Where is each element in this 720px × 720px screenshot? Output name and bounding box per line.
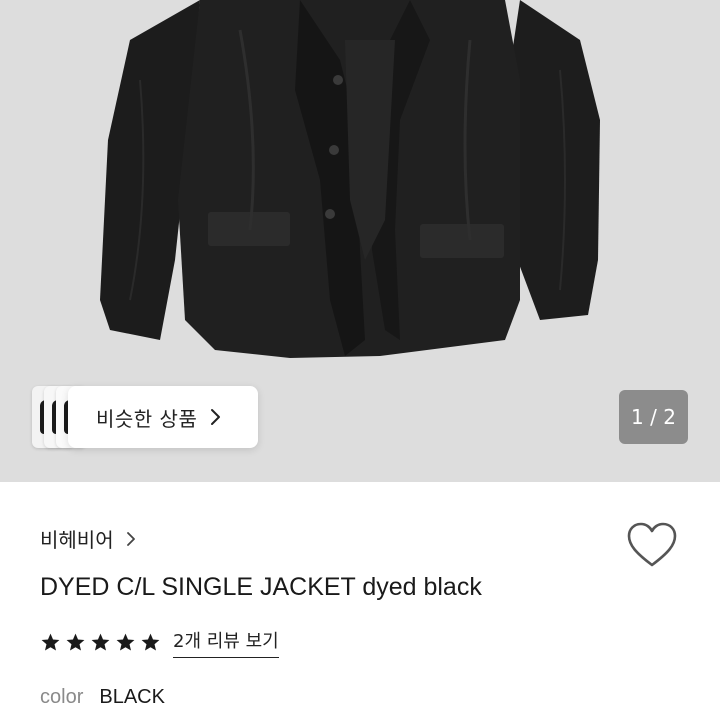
star-filled-icon	[41, 633, 60, 651]
color-label: color	[40, 686, 84, 708]
product-image-gallery[interactable]: 비슷한 상품 1 / 2	[0, 0, 720, 482]
brand-name: 비헤비어	[40, 528, 114, 552]
product-title: DYED C/L SINGLE JACKET dyed black	[40, 573, 482, 601]
color-value: BLACK	[99, 686, 165, 708]
star-filled-icon	[141, 633, 160, 651]
star-filled-icon	[66, 633, 85, 651]
chevron-right-icon	[126, 531, 135, 546]
review-link[interactable]: 2개 리뷰 보기	[173, 627, 279, 658]
similar-products-label: 비슷한 상품	[96, 406, 198, 431]
image-page-indicator: 1 / 2	[619, 390, 688, 444]
chevron-right-icon	[211, 409, 221, 425]
rating-row: 2개 리뷰 보기	[40, 627, 279, 658]
star-filled-icon	[116, 633, 135, 651]
brand-link[interactable]: 비헤비어	[40, 524, 136, 553]
heart-outline-icon[interactable]	[626, 521, 678, 569]
similar-products-button[interactable]: 비슷한 상품	[30, 386, 258, 448]
rating-stars	[40, 632, 161, 653]
color-option: color BLACK	[40, 686, 165, 709]
star-filled-icon	[91, 633, 110, 651]
similar-products-chip[interactable]: 비슷한 상품	[68, 386, 258, 448]
